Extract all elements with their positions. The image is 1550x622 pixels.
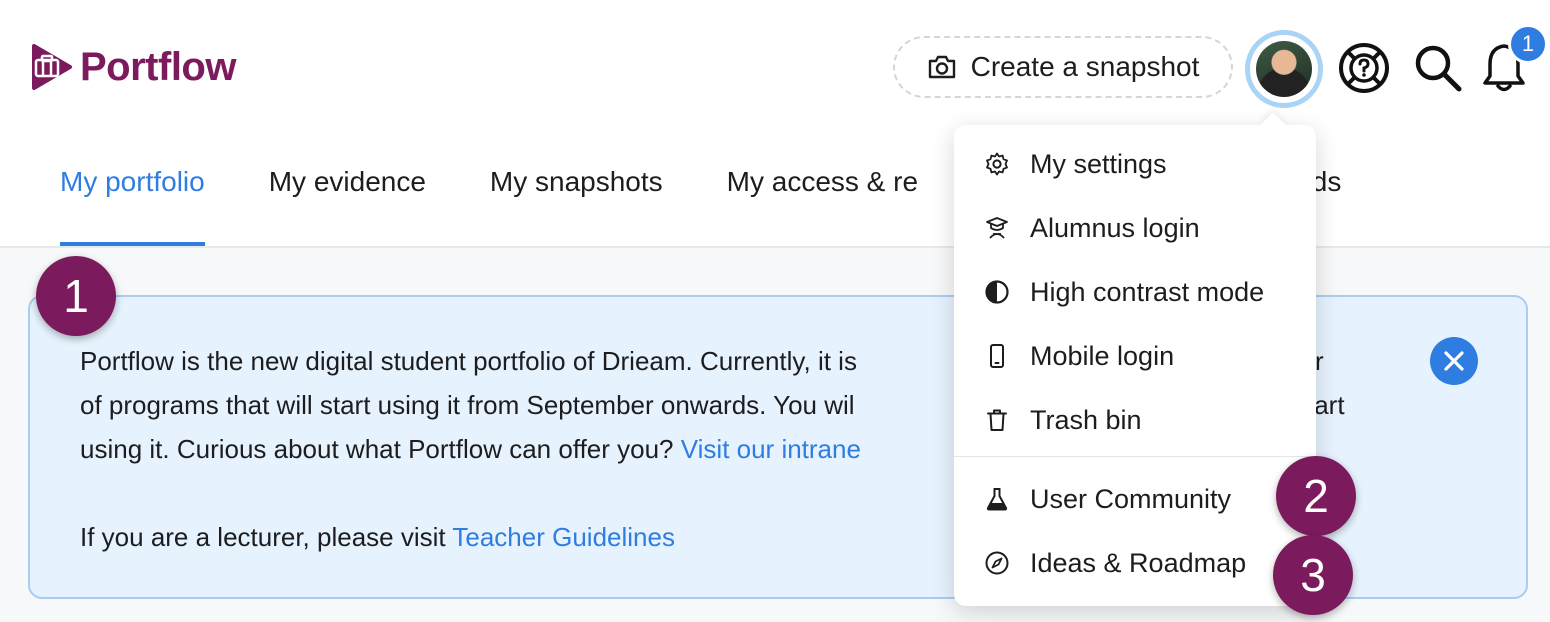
notification-count-badge: 1 <box>1508 24 1548 64</box>
banner-line-2: of programs that will start using it fro… <box>80 390 855 420</box>
mobile-icon <box>990 344 1004 368</box>
search-icon <box>1415 45 1462 92</box>
menu-item-alumnus-login[interactable]: Alumnus login <box>954 196 1316 260</box>
step-marker-2: 2 <box>1276 456 1356 536</box>
compass-icon <box>985 551 1009 575</box>
user-menu-dropdown: My settings Alumnus login High contrast … <box>954 112 1316 606</box>
portflow-logo[interactable]: Portflow <box>30 44 236 90</box>
intranet-link[interactable]: Visit our intrane <box>681 434 861 464</box>
graduate-icon <box>986 217 1008 239</box>
step-marker-3: 3 <box>1273 535 1353 615</box>
banner-line-3: using it. Curious about what Portflow ca… <box>80 434 674 464</box>
menu-item-mobile-login[interactable]: Mobile login <box>954 324 1316 388</box>
create-snapshot-label: Create a snapshot <box>970 51 1200 82</box>
menu-item-high-contrast-mode[interactable]: High contrast mode <box>954 260 1316 324</box>
menu-item-label: Alumnus login <box>1030 212 1200 243</box>
user-avatar-button[interactable] <box>1245 30 1323 108</box>
search-button[interactable] <box>1410 40 1466 96</box>
banner-line-1: Portflow is the new digital student port… <box>80 346 857 376</box>
menu-divider <box>954 456 1316 457</box>
teacher-guidelines-link[interactable]: Teacher Guidelines <box>452 522 675 552</box>
tab-my-evidence[interactable]: My evidence <box>269 150 426 246</box>
menu-item-label: High contrast mode <box>1030 276 1265 307</box>
tab-my-portfolio[interactable]: My portfolio <box>60 150 205 246</box>
close-banner-button[interactable] <box>1430 337 1478 385</box>
menu-item-label: Mobile login <box>1030 340 1175 371</box>
flask-icon <box>986 488 1008 511</box>
top-header: Portflow Create a snapshot 1 My portfoli… <box>0 0 1550 248</box>
lecturer-text: If you are a lecturer, please visit <box>80 522 446 552</box>
create-snapshot-button[interactable]: Create a snapshot <box>893 36 1233 98</box>
main-tabs: My portfolio My evidence My snapshots My… <box>60 150 918 246</box>
menu-item-trash-bin[interactable]: Trash bin <box>954 388 1316 452</box>
logo-text: Portflow <box>80 44 236 89</box>
menu-item-ideas-roadmap[interactable]: Ideas & Roadmap <box>954 531 1316 595</box>
menu-item-label: Ideas & Roadmap <box>1030 547 1247 578</box>
menu-item-my-settings[interactable]: My settings <box>954 132 1316 196</box>
close-icon <box>1444 351 1464 371</box>
menu-item-label: My settings <box>1030 148 1167 179</box>
contrast-icon <box>985 280 1009 304</box>
menu-item-label: Trash bin <box>1030 404 1142 435</box>
tab-my-access-requests[interactable]: My access & re <box>727 150 918 246</box>
trash-icon <box>987 409 1007 431</box>
gear-icon <box>986 152 1008 176</box>
tab-my-snapshots[interactable]: My snapshots <box>490 150 663 246</box>
help-button[interactable] <box>1336 40 1392 96</box>
avatar <box>1256 41 1312 97</box>
menu-item-label: User Community <box>1030 483 1232 514</box>
menu-item-user-community[interactable]: User Community <box>954 467 1316 531</box>
help-lifebuoy-icon <box>1339 43 1389 93</box>
briefcase-logo-icon <box>32 44 72 90</box>
camera-icon <box>928 55 955 79</box>
step-marker-1: 1 <box>36 256 116 336</box>
